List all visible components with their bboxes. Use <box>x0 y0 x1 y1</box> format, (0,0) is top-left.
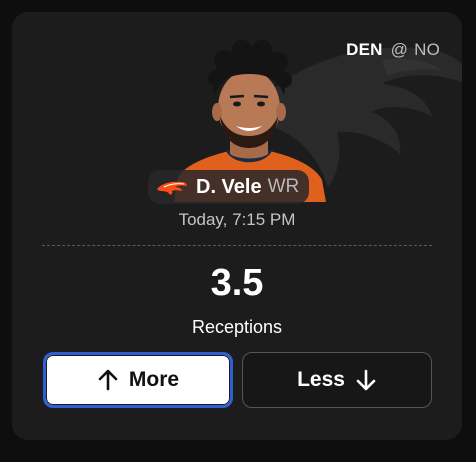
player-name-pill: D. Vele WR <box>148 170 310 204</box>
at-symbol: @ <box>390 40 409 59</box>
less-button-label: Less <box>297 368 345 391</box>
less-button[interactable]: Less <box>242 352 432 408</box>
game-time: Today, 7:15 PM <box>178 210 296 229</box>
projection-line: 3.5 <box>210 262 264 304</box>
player-position: WR <box>267 176 300 197</box>
away-team: NO <box>414 40 440 59</box>
home-team: DEN <box>346 40 383 59</box>
more-button-label: More <box>128 368 180 391</box>
divider <box>42 245 432 246</box>
broncos-logo-icon <box>157 181 187 195</box>
more-button[interactable]: More <box>43 352 233 408</box>
arrow-up-icon <box>98 369 118 391</box>
matchup: DEN @ NO <box>346 40 440 60</box>
projection-stat: Receptions <box>191 317 283 337</box>
projection-card[interactable]: DEN @ NO D. Vele WR Today, 7:15 PM 3.5 R… <box>12 12 462 440</box>
arrow-down-icon <box>356 369 376 391</box>
player-name: D. Vele <box>196 175 262 198</box>
